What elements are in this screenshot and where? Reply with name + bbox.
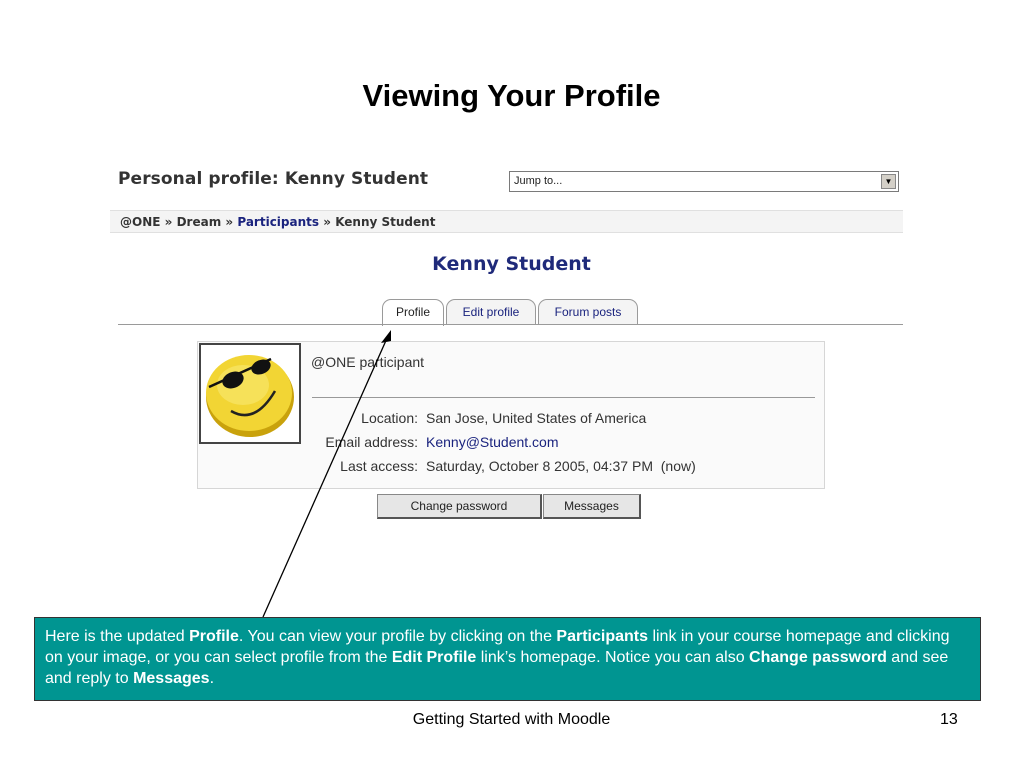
- breadcrumb-item-home[interactable]: @ONE: [120, 215, 160, 229]
- slide-page-number: 13: [940, 711, 958, 728]
- callout-bold-text: Profile: [189, 628, 239, 645]
- callout-bold-text: Change password: [749, 649, 887, 666]
- slide-footer: Getting Started with Moodle: [412, 711, 611, 728]
- profile-box: @ONE participant Location: San Jose, Uni…: [197, 341, 825, 489]
- tab-profile[interactable]: Profile: [382, 299, 444, 326]
- callout-text: .: [209, 670, 215, 687]
- field-label: Location:: [361, 410, 418, 426]
- breadcrumb-item-current: Kenny Student: [335, 215, 436, 229]
- field-row-location: Location: San Jose, United States of Ame…: [198, 410, 826, 430]
- profile-divider: [312, 397, 815, 398]
- breadcrumb-item-participants[interactable]: Participants: [237, 215, 319, 229]
- tab-edit-profile[interactable]: Edit profile: [446, 299, 536, 325]
- breadcrumb-separator: »: [323, 215, 331, 229]
- tabs-divider: [118, 324, 903, 325]
- field-label: Last access:: [340, 458, 418, 474]
- field-row-last-access: Last access: Saturday, October 8 2005, 0…: [198, 458, 826, 478]
- jump-to-select[interactable]: Jump to... ▼: [509, 171, 899, 192]
- field-row-email: Email address: Kenny@Student.com: [198, 434, 826, 454]
- callout-text: link’s homepage. Notice you can also: [476, 649, 750, 666]
- callout-bold-text: Messages: [133, 670, 210, 687]
- breadcrumb-separator: »: [225, 215, 234, 229]
- breadcrumb-item-course[interactable]: Dream: [177, 215, 222, 229]
- breadcrumb: @ONE » Dream » Participants » Kenny Stud…: [110, 210, 903, 233]
- change-password-button[interactable]: Change password: [377, 494, 542, 519]
- moodle-screenshot: Personal profile: Kenny Student Jump to.…: [110, 163, 913, 523]
- email-link[interactable]: Kenny@Student.com: [426, 434, 559, 450]
- role-text: @ONE participant: [311, 354, 425, 370]
- callout-bold-text: Participants: [556, 628, 648, 645]
- field-label: Email address:: [325, 434, 418, 450]
- callout-bold-text: Edit Profile: [391, 649, 477, 666]
- chevron-down-icon[interactable]: ▼: [881, 174, 896, 189]
- page-title: Personal profile: Kenny Student: [118, 169, 429, 189]
- field-value: Saturday, October 8 2005, 04:37 PM (now): [426, 458, 696, 474]
- callout-text: . You can view your profile by clicking …: [238, 628, 557, 645]
- jump-to-value: Jump to...: [514, 175, 563, 187]
- field-value: San Jose, United States of America: [426, 410, 647, 426]
- tab-forum-posts[interactable]: Forum posts: [538, 299, 638, 325]
- callout-text: Here is the updated: [45, 628, 190, 645]
- user-name-heading: Kenny Student: [432, 253, 591, 275]
- slide-title: Viewing Your Profile: [362, 78, 661, 113]
- callout-box: Here is the updated Profile. You can vie…: [34, 617, 981, 701]
- messages-button[interactable]: Messages: [543, 494, 641, 519]
- breadcrumb-separator: »: [164, 215, 173, 229]
